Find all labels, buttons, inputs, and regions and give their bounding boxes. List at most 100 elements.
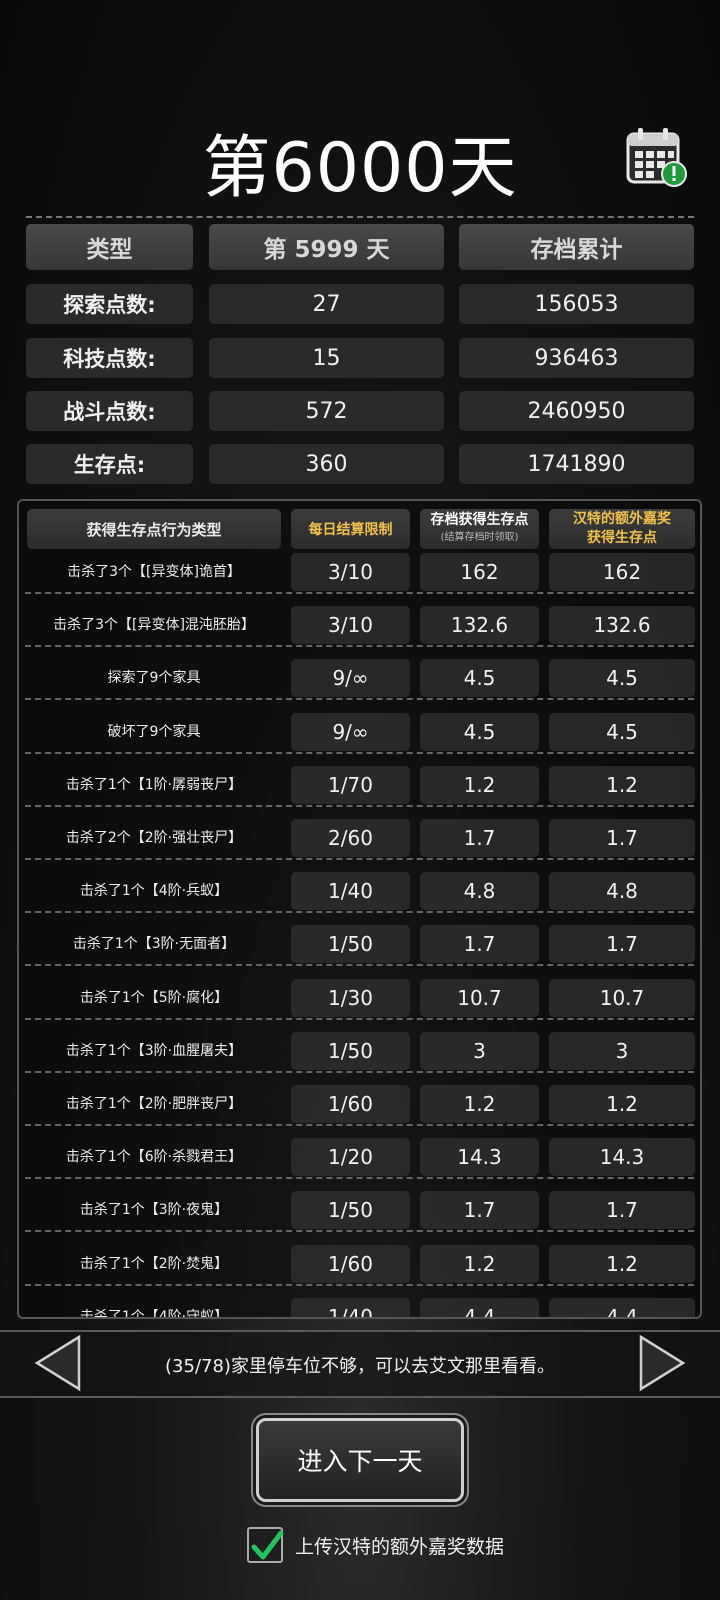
hint-text: (35/78)家里停车位不够，可以去艾文那里看看。: [165, 1356, 555, 1377]
row-limit: 1/50: [291, 1031, 410, 1070]
summary-day-combat: 572: [209, 391, 444, 431]
row-archive-points: 10.7: [420, 978, 539, 1017]
summary-label-tech: 科技点数:: [26, 338, 193, 378]
row-action-label: 击杀了1个【2阶·肥胖丧尸】: [65, 1096, 243, 1112]
row-limit: 1/40: [291, 872, 410, 911]
row-archive-points: 4.5: [420, 659, 539, 698]
divider: [26, 216, 694, 218]
table-header-archive: 存档获得生存点 (结算存档时领取): [420, 509, 539, 549]
next-day-button[interactable]: 进入下一天: [256, 1418, 464, 1502]
summary-label-explore: 探索点数:: [26, 284, 193, 324]
row-limit: 2/60: [291, 819, 410, 857]
row-action-label: 击杀了3个【[异变体]诡首】: [67, 564, 241, 580]
row-archive-points: 1.7: [420, 819, 539, 857]
row-archive-points: 1.2: [420, 1085, 539, 1123]
row-bonus-points: 1.7: [549, 819, 695, 857]
table-header-type: 获得生存点行为类型: [27, 509, 281, 549]
row-action-label: 破坏了9个家具: [107, 723, 201, 740]
row-archive-points: 4.4: [420, 1297, 539, 1317]
table-header-archive-note: (结算存档时领取): [440, 532, 519, 543]
row-action-label: 击杀了2个【2阶·强壮丧尸】: [65, 830, 243, 846]
row-bonus-points: 1.7: [549, 1191, 695, 1230]
summary-total-tech: 936463: [459, 338, 694, 378]
summary-total-combat: 2460950: [459, 391, 694, 431]
summary-day-explore: 27: [209, 284, 444, 324]
row-divider: [25, 804, 694, 807]
summary-total-survival: 1741890: [459, 444, 694, 484]
row-divider: [25, 911, 694, 914]
row-divider: [25, 1124, 694, 1126]
row-divider: [25, 698, 694, 701]
row-limit: 1/70: [291, 765, 410, 804]
row-divider: [25, 645, 694, 648]
row-limit: 1/20: [291, 1138, 410, 1177]
row-divider: [25, 1017, 694, 1020]
arrow-left-icon[interactable]: [33, 1333, 83, 1393]
summary-header-total: 存档累计: [459, 224, 694, 270]
table-header-archive-title: 存档获得生存点: [430, 512, 529, 528]
row-bonus-points: 4.4: [549, 1297, 695, 1317]
row-archive-points: 1.2: [420, 1244, 539, 1283]
row-archive-points: 132.6: [420, 606, 539, 645]
row-action-label: 击杀了1个【1阶·孱弱丧尸】: [65, 776, 243, 793]
row-bonus-points: 4.8: [549, 872, 695, 911]
row-bonus-points: 1.2: [549, 1085, 695, 1123]
row-divider: [25, 1230, 694, 1233]
upload-checkbox[interactable]: [247, 1527, 284, 1563]
row-limit: 1/50: [291, 925, 410, 964]
row-action-label: 击杀了1个【3阶·血腥屠夫】: [65, 1042, 243, 1059]
row-bonus-points: 132.6: [549, 606, 695, 645]
row-divider: [25, 1070, 694, 1073]
calendar-alert-icon[interactable]: [624, 124, 690, 190]
row-action-label: 击杀了1个【6阶·杀戮君王】: [65, 1149, 243, 1166]
row-divider: [25, 1177, 694, 1180]
survival-points-table[interactable]: 获得生存点行为类型 每日结算限制 存档获得生存点 (结算存档时领取) 汉特的额外…: [17, 499, 702, 1319]
row-bonus-points: 4.5: [549, 659, 695, 698]
row-action-label: 击杀了1个【5阶·腐化】: [79, 989, 229, 1006]
row-bonus-points: 10.7: [549, 978, 695, 1017]
row-limit: 1/60: [291, 1085, 410, 1123]
row-divider: [25, 964, 694, 967]
table-header-bonus-line2: 获得生存点: [587, 530, 657, 546]
row-limit: 1/30: [291, 978, 410, 1017]
table-header-limit: 每日结算限制: [291, 509, 410, 549]
row-archive-points: 4.8: [420, 872, 539, 911]
row-bonus-points: 162: [549, 553, 695, 591]
row-divider: [25, 858, 694, 860]
row-archive-points: 1.7: [420, 1191, 539, 1230]
summary-day-survival: 360: [209, 444, 444, 484]
row-action-label: 击杀了1个【3阶·无面者】: [72, 936, 236, 953]
row-action-label: 击杀了3个【[异变体]混沌胚胎】: [53, 617, 255, 634]
summary-total-explore: 156053: [459, 284, 694, 324]
row-archive-points: 3: [420, 1031, 539, 1070]
row-bonus-points: 4.5: [549, 712, 695, 751]
row-action-label: 击杀了1个【3阶·夜鬼】: [79, 1202, 229, 1219]
row-bonus-points: 1.2: [549, 765, 695, 804]
row-limit: 1/60: [291, 1244, 410, 1283]
row-action-label: 探索了9个家具: [107, 670, 201, 687]
summary-label-survival: 生存点:: [26, 444, 193, 484]
row-archive-points: 1.2: [420, 765, 539, 804]
row-action-label: 击杀了1个【4阶·守蚁】: [79, 1308, 229, 1319]
row-archive-points: 4.5: [420, 712, 539, 751]
table-header-bonus-line1: 汉特的额外嘉奖: [573, 511, 671, 527]
row-divider: [25, 751, 694, 754]
row-action-label: 击杀了1个【2阶·焚鬼】: [79, 1255, 229, 1272]
row-action-label: 击杀了1个【4阶·兵蚁】: [79, 883, 229, 900]
row-limit: 9/∞: [291, 659, 410, 698]
row-bonus-points: 1.2: [549, 1244, 695, 1283]
row-divider: [25, 1283, 694, 1286]
row-bonus-points: 3: [549, 1031, 695, 1070]
summary-header-day: 第 5999 天: [209, 224, 444, 270]
summary-label-combat: 战斗点数:: [26, 391, 193, 431]
page-title: 第6000天: [202, 129, 518, 208]
row-limit: 3/10: [291, 606, 410, 645]
table-header-bonus: 汉特的额外嘉奖 获得生存点: [549, 509, 695, 549]
summary-header-type: 类型: [26, 224, 193, 270]
row-limit: 1/50: [291, 1191, 410, 1230]
row-archive-points: 1.7: [420, 925, 539, 964]
row-bonus-points: 1.7: [549, 925, 695, 964]
upload-checkbox-label[interactable]: 上传汉特的额外嘉奖数据: [295, 1532, 504, 1559]
row-limit: 9/∞: [291, 712, 410, 751]
arrow-right-icon[interactable]: [637, 1333, 687, 1393]
